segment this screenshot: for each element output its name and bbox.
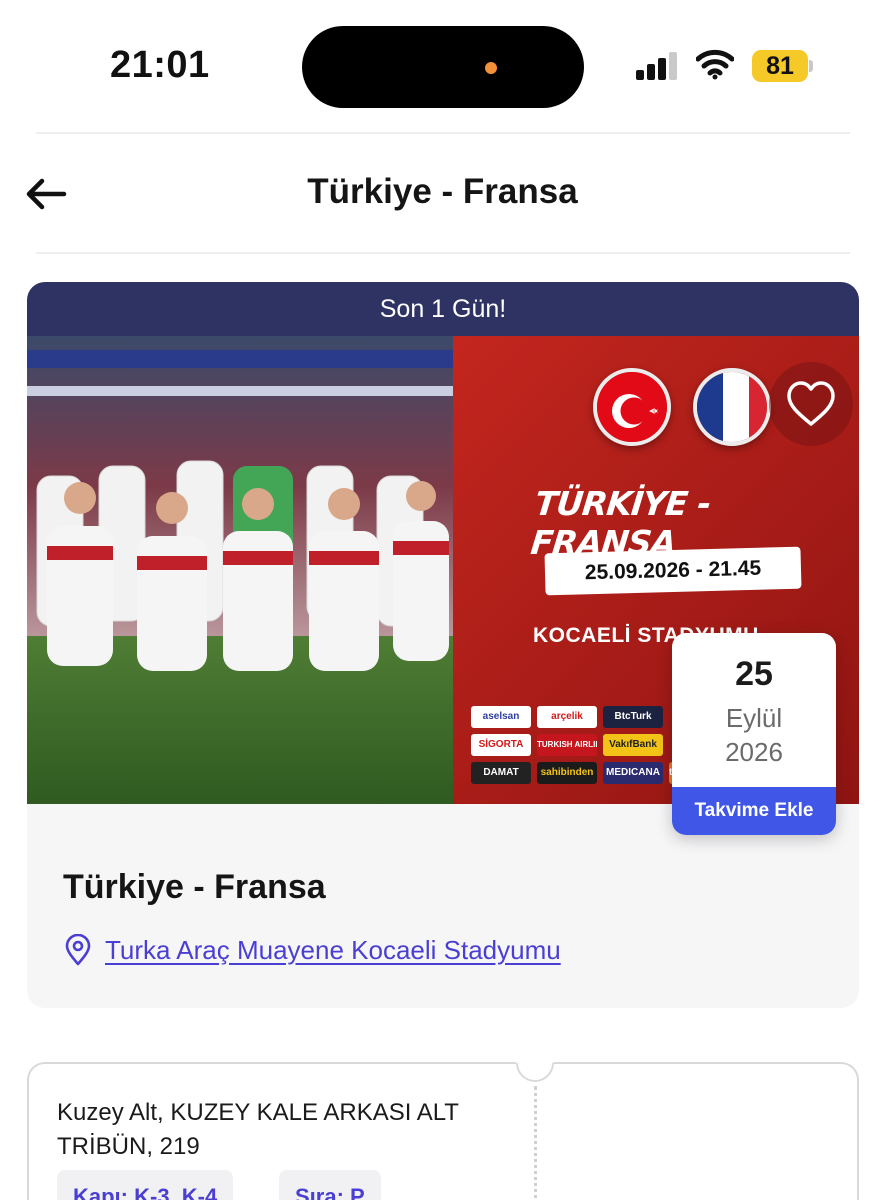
sponsor-logo: DAMAT [471,762,531,784]
dynamic-island [302,26,584,108]
page-title: Türkiye - Fransa [307,172,578,211]
sponsor-logo: MEDICANA [603,762,663,784]
wifi-icon [696,49,734,80]
gate-chip: Kapı: K-3, K-4 [57,1170,234,1200]
venue-link[interactable]: Turka Araç Muayene Kocaeli Stadyumu [63,932,561,968]
event-detail-screen: 21:01 81 Türkiye - Fransa Son 1 Gün! TÜR… [0,0,885,1200]
date-month: Eylül [725,703,783,733]
poster-datetime: 25.09.2026 - 21.45 [544,546,802,596]
date-day: 25 [735,655,773,693]
favorite-button[interactable] [769,362,853,446]
france-flag [693,368,771,446]
heart-icon [787,381,835,426]
status-bar: 21:01 81 [0,0,885,130]
team-photo [27,336,453,804]
header-top-divider [36,132,850,134]
add-to-calendar-button[interactable]: Takvime Ekle [672,787,836,835]
sponsor-logo: VakıfBank [603,734,663,756]
battery-indicator: 81 [752,50,808,82]
sponsor-logo: TURKISH AIRLINES [537,734,597,756]
battery-nub [809,60,813,72]
signal-icon [636,52,677,80]
seat-description: Kuzey Alt, KUZEY KALE ARKASI ALT TRİBÜN,… [57,1099,459,1160]
turkey-flag [593,368,671,446]
date-year: 2026 [725,737,783,767]
sponsor-logo: SİGORTA [471,734,531,756]
sponsor-logo: aselsan [471,706,531,728]
location-pin-icon [65,934,91,966]
ticket-notch [508,1036,562,1090]
sponsor-logo: sahibinden [537,762,597,784]
sponsor-logo: arçelik [537,706,597,728]
status-time: 21:01 [110,44,210,86]
ticket-card[interactable]: Kuzey Alt, KUZEY KALE ARKASI ALT TRİBÜN,… [27,1036,859,1200]
row-chip: Sıra: P [279,1170,381,1200]
date-badge: 25 Eylül 2026 Takvime Ekle [672,633,836,835]
privacy-indicator-dot [485,62,497,74]
header-bottom-divider [36,252,850,254]
sponsor-logo: BtcTurk [603,706,663,728]
ticket-perforation [534,1086,537,1200]
venue-name: Turka Araç Muayene Kocaeli Stadyumu [105,934,561,965]
countdown-banner: Son 1 Gün! [27,282,859,336]
event-name: Türkiye - Fransa [63,868,326,906]
